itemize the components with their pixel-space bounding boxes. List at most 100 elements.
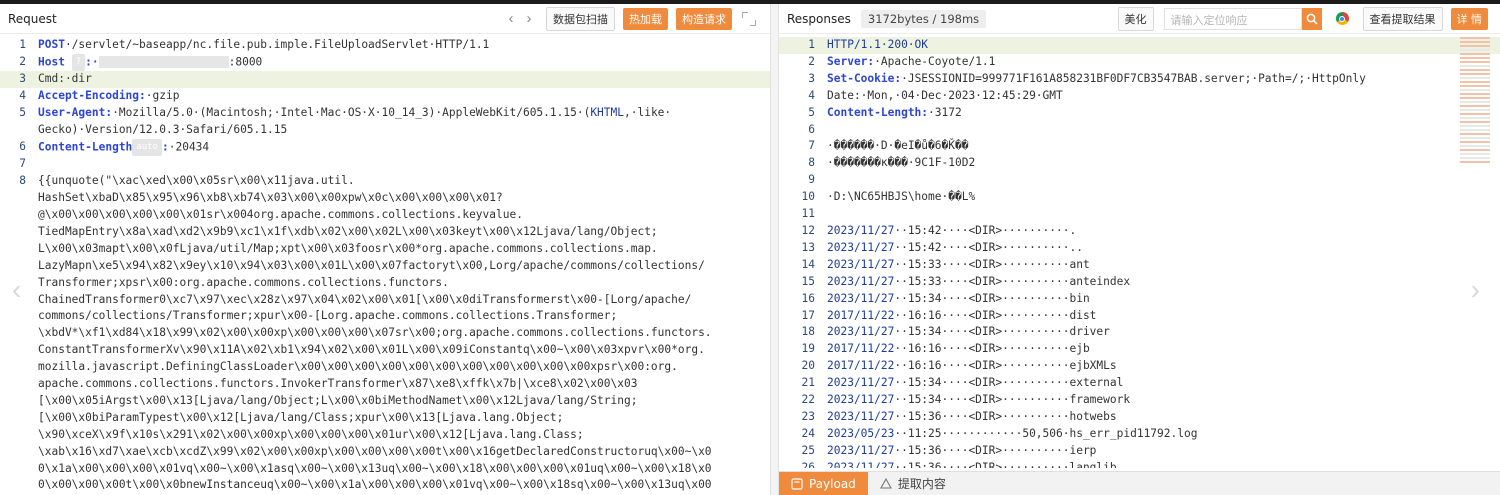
tab-extract[interactable]: 提取内容 [868,472,958,495]
code-segment: KHTML [590,106,624,120]
browser-icon[interactable] [1335,12,1349,25]
code-segment: ··15:36····<DIR>··········hotwebs [894,409,1117,423]
code-line[interactable]: 5 Content-Length:·3172 [779,105,1500,122]
code-line[interactable]: 22 2023/11/27··15:34····<DIR>··········fr… [779,392,1500,409]
line-content: 2017/11/22··16:16····<DIR>··········dist [827,308,1500,325]
code-segment: ··16:16····<DIR>··········ejbXMLs [894,359,1117,373]
code-line[interactable]: 10 ·D:\NC65HBJS\home·��L% [779,189,1500,206]
response-editor[interactable]: 1 HTTP/1.1·200·OK 2 Server:·Apache-Coyote/1… [779,34,1500,468]
code-line[interactable]: 3 Cmd:·dir [0,71,770,89]
locate-response-input[interactable]: 请输入定位响应 [1163,7,1302,30]
hint-badge: auto [132,138,162,156]
code-line[interactable]: 26 2023/11/27··15:36····<DIR>··········la… [779,460,1500,468]
request-editor[interactable]: 1 POST·/servlet/~baseapp/nc.file.pub.impl… [0,34,770,494]
code-segment: Server: [827,54,875,68]
prev-arrow-icon[interactable]: ‹ [12,274,21,306]
code-segment: 2023/11/27 [827,409,895,423]
code-line[interactable]: 18 2023/11/27··15:34····<DIR>··········dr… [779,324,1500,341]
code-line[interactable]: 12 2023/11/27··15:42····<DIR>··········. [779,223,1500,240]
code-line[interactable]: 17 2017/11/22··16:16····<DIR>··········di… [779,308,1500,325]
line-number: 16 [801,291,815,305]
code-line[interactable]: 9 [779,172,1500,189]
line-content [827,122,1500,139]
code-segment: 2023/11/27 [827,325,895,339]
line-number: 1 [808,38,815,51]
code-segment: ··11:25············50,506·hs_err_pid1179… [894,426,1198,440]
line-content: Set-Cookie:·JSESSIONID=999771F161A858231… [827,71,1500,88]
code-segment: Content-Length: [827,105,929,119]
code-line[interactable]: 8 ·�������ĸ���·9C1F-10D2 [779,155,1500,172]
code-segment: ··15:36····<DIR>··········langlib [894,460,1117,468]
code-line[interactable]: 20 2017/11/22··16:16····<DIR>··········ej… [779,358,1500,375]
code-line[interactable]: 6 Content-Length auto:·20434 [0,138,770,156]
pane-divider[interactable] [770,4,779,495]
code-line[interactable]: 11 [779,206,1500,223]
line-number: 19 [801,342,815,356]
line-number: 20 [801,359,815,373]
code-line[interactable]: 15 2023/11/27··15:33····<DIR>··········an… [779,274,1500,291]
line-content: POST·/servlet/~baseapp/nc.file.pub.imple… [38,37,770,54]
line-number: 14 [801,257,815,271]
tab-payload-label: Payload [809,476,856,491]
line-number: 4 [808,88,815,102]
line-content: User-Agent:·Mozilla/5.0·(Macintosh;·Inte… [38,105,770,139]
code-segment: ··15:33····<DIR>··········anteindex [894,274,1131,288]
code-line[interactable]: 2 Server:·Apache-Coyote/1.1 [779,54,1500,71]
build-request-button[interactable]: 构造请求 [676,7,732,30]
code-line[interactable]: 1 POST·/servlet/~baseapp/nc.file.pub.impl… [0,37,770,54]
code-line[interactable]: 2 Host ?:·:8000 [0,53,770,71]
code-segment: 2017/11/22 [827,342,895,356]
code-line[interactable]: 4 Accept-Encoding:·gzip [0,88,770,105]
code-line[interactable]: 4 Date:·Mon,·04·Dec·2023·12:45:29·GMT [779,88,1500,105]
code-line[interactable]: 6 [779,122,1500,139]
code-line[interactable]: 25 2023/11/27··15:36····<DIR>··········ie… [779,443,1500,460]
line-number: 4 [19,89,26,103]
code-line[interactable]: 23 2023/11/27··15:36····<DIR>··········ho… [779,409,1500,426]
payload-icon [791,477,803,490]
code-segment: ·3172 [928,105,962,119]
code-segment: HTTP/1.1·200·OK [827,38,929,51]
code-segment: ··15:36····<DIR>··········ierp [894,443,1097,457]
response-minimap[interactable] [1460,37,1490,247]
code-segment: 2023/11/27 [827,223,895,237]
code-segment: ··16:16····<DIR>··········dist [894,308,1097,322]
line-content: HTTP/1.1·200·OK [827,37,1500,54]
code-line[interactable]: 21 2023/11/27··15:34····<DIR>··········ex… [779,375,1500,392]
code-line[interactable]: 24 2023/05/23··11:25············50,506·hs… [779,426,1500,443]
line-content: 2023/11/27··15:34····<DIR>··········fram… [827,392,1500,409]
code-line[interactable]: 3 Set-Cookie:·JSESSIONID=999771F161A85823… [779,71,1500,88]
back-arrow-icon[interactable]: ‹ [502,10,520,27]
code-segment: 2023/11/27 [827,376,895,390]
view-extract-results-button[interactable]: 查看提取结果 [1362,6,1443,31]
search-button[interactable] [1301,7,1322,30]
line-content: Date:·Mon,·04·Dec·2023·12:45:29·GMT [827,88,1500,105]
line-number: 17 [801,308,815,322]
request-title: Request [8,11,57,26]
expand-icon[interactable] [742,11,756,26]
code-segment: ··15:42····<DIR>··········. [894,223,1077,237]
beautify-button[interactable]: 美化 [1117,6,1154,31]
code-line[interactable]: 13 2023/11/27··15:42····<DIR>··········.. [779,240,1500,257]
tab-payload[interactable]: Payload [779,472,868,495]
code-segment: Cmd:·dir [38,72,92,86]
code-line[interactable]: 7 [0,156,770,173]
code-line[interactable]: 16 2023/11/27··15:34····<DIR>··········bi… [779,291,1500,308]
code-segment: Accept-Encoding: [38,89,146,103]
line-number: 21 [801,376,815,390]
details-button[interactable]: 详 情 [1450,7,1488,30]
forward-arrow-icon[interactable]: › [520,10,538,27]
code-line[interactable]: 14 2023/11/27··15:33····<DIR>··········an… [779,257,1500,274]
next-arrow-icon[interactable]: › [1471,274,1480,306]
code-line[interactable]: 7 ·������·D·�eI�ů�6�Ǩ�� [779,138,1500,155]
line-content: ·D:\NC65HBJS\home·��L% [827,189,1500,206]
code-line[interactable]: 1 HTTP/1.1·200·OK [779,37,1500,54]
code-segment: ··15:42····<DIR>··········.. [894,240,1083,254]
code-line[interactable]: 8 {{unquote("\xac\xed\x00\x05sr\x00\x11ja… [0,173,770,494]
code-line[interactable]: 5 User-Agent:·Mozilla/5.0·(Macintosh;·Int… [0,105,770,139]
line-number: 24 [801,426,815,440]
line-number: 3 [19,72,26,86]
packet-scan-button[interactable]: 数据包扫描 [546,6,615,31]
code-segment: ··15:34····<DIR>··········driver [894,325,1110,339]
hot-load-button[interactable]: 热加载 [623,7,668,30]
code-line[interactable]: 19 2017/11/22··16:16····<DIR>··········ej… [779,341,1500,358]
